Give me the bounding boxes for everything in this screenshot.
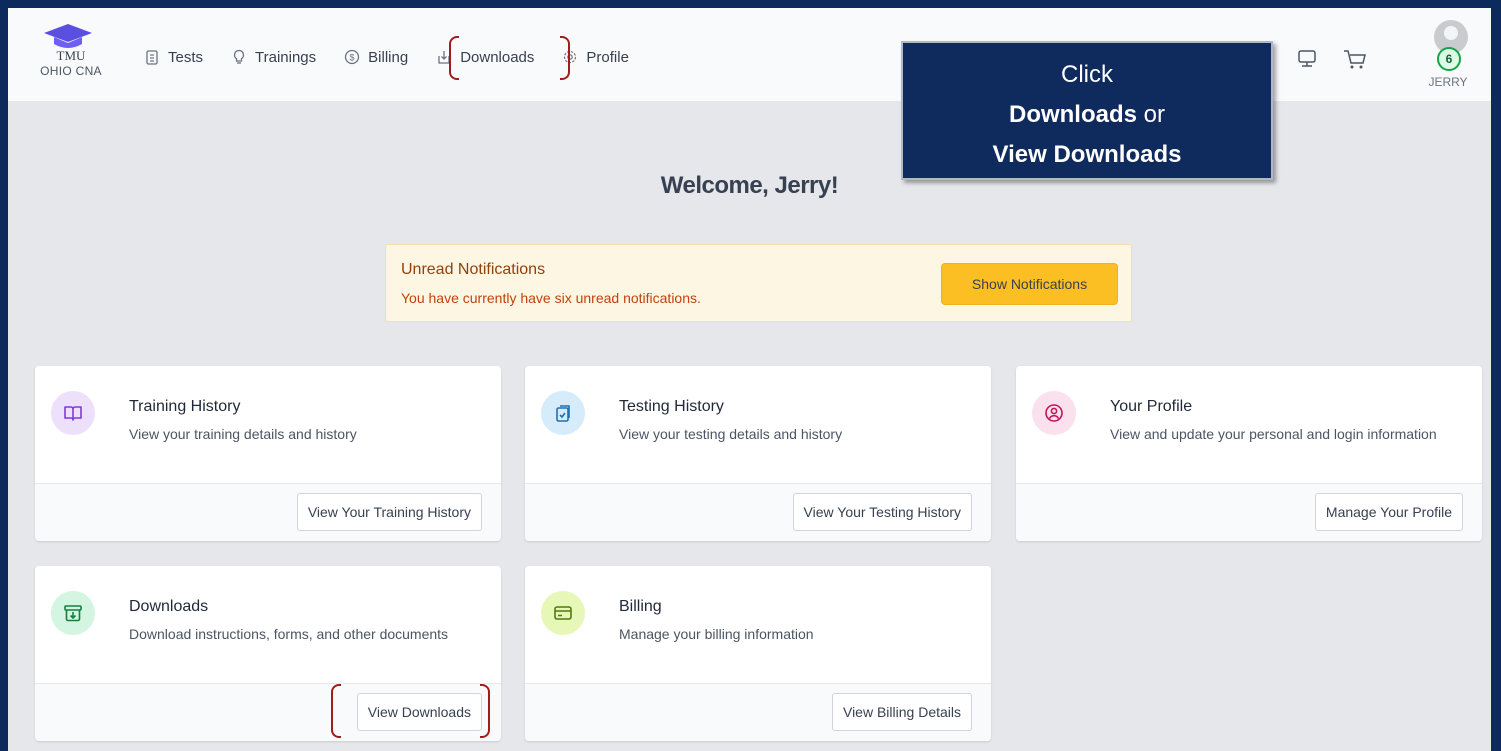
graduation-cap-icon [44, 24, 92, 48]
archive-download-icon [64, 605, 82, 622]
highlight-bracket-left [449, 36, 459, 80]
brand-subtitle: OHIO CNA [40, 64, 102, 78]
view-billing-details-button[interactable]: View Billing Details [831, 693, 972, 731]
callout-line-2-bold: Downloads [1008, 101, 1137, 128]
card-title: Downloads [129, 598, 209, 615]
user-name: JERRY [1428, 75, 1468, 89]
card-title: Billing [619, 598, 662, 615]
nav-billing[interactable]: $ Billing [344, 46, 408, 68]
svg-text:$: $ [350, 53, 355, 63]
card-training-history: Training History View your training deta… [35, 366, 501, 541]
clipboard-check-icon [556, 405, 570, 422]
highlight-bracket-right [560, 36, 570, 80]
main-nav: Tests Trainings $ Billing Downloads Prof… [144, 46, 657, 68]
card-title: Training History [129, 398, 241, 415]
nav-trainings[interactable]: Trainings [231, 46, 316, 68]
card-billing: Billing Manage your billing information … [525, 566, 991, 741]
nav-profile-label: Profile [586, 48, 629, 66]
card-icon-wrap [51, 591, 95, 635]
card-body: Testing History View your testing detail… [525, 366, 991, 483]
monitor-icon[interactable] [1296, 48, 1318, 70]
callout-line-1: Click [1061, 61, 1113, 88]
card-downloads: Downloads Download instructions, forms, … [35, 566, 501, 741]
app-frame: TMU OHIO CNA Tests Trainings $ Billing D… [8, 8, 1491, 751]
nav-trainings-label: Trainings [255, 48, 317, 66]
nav-profile[interactable]: Profile [562, 46, 629, 68]
credit-card-icon [554, 606, 572, 620]
callout-line-3: View Downloads [903, 135, 1271, 175]
card-footer: View Your Testing History [525, 483, 991, 541]
card-icon-wrap [541, 591, 585, 635]
card-footer: Manage Your Profile [1016, 483, 1482, 541]
card-body: Training History View your training deta… [35, 366, 501, 483]
highlight-bracket-left [331, 684, 341, 738]
card-description: View and update your personal and login … [1110, 426, 1437, 442]
callout-line-2: Downloads or [903, 95, 1271, 135]
book-icon [64, 406, 82, 421]
card-description: Download instructions, forms, and other … [129, 626, 449, 642]
card-description: View your testing details and history [619, 426, 843, 442]
page-title: Welcome, Jerry! [660, 172, 839, 199]
notification-title: Unread Notifications [401, 261, 546, 278]
card-title: Testing History [619, 398, 724, 415]
card-body: Billing Manage your billing information [525, 566, 991, 683]
card-body: Your Profile View and update your person… [1016, 366, 1482, 483]
notification-count-badge: 6 [1437, 47, 1461, 71]
card-footer: View Downloads [35, 683, 501, 741]
user-circle-icon [1045, 404, 1063, 422]
card-testing-history: Testing History View your testing detail… [525, 366, 991, 541]
card-body: Downloads Download instructions, forms, … [35, 566, 501, 683]
nav-billing-label: Billing [368, 48, 409, 66]
view-testing-history-button[interactable]: View Your Testing History [792, 493, 972, 531]
card-footer: View Your Training History [35, 483, 501, 541]
manage-profile-button[interactable]: Manage Your Profile [1314, 493, 1463, 531]
lightbulb-icon [233, 49, 245, 64]
nav-downloads-label: Downloads [460, 48, 535, 66]
user-menu[interactable]: 6 JERRY [1426, 20, 1476, 89]
callout-line-2-rest: or [1137, 101, 1166, 128]
card-your-profile: Your Profile View and update your person… [1016, 366, 1482, 541]
highlight-bracket-right [480, 684, 490, 738]
card-footer: View Billing Details [525, 683, 991, 741]
card-description: Manage your billing information [619, 626, 814, 642]
nav-tests-label: Tests [168, 48, 204, 66]
nav-tests[interactable]: Tests [144, 46, 203, 68]
callout-line-3-bold: View Downloads [992, 141, 1182, 168]
card-icon-wrap [541, 391, 585, 435]
cart-icon[interactable] [1342, 48, 1368, 70]
view-training-history-button[interactable]: View Your Training History [296, 493, 482, 531]
card-icon-wrap [51, 391, 95, 435]
card-title: Your Profile [1110, 398, 1193, 415]
header-actions [1296, 48, 1368, 70]
card-description: View your training details and history [129, 426, 357, 442]
clipboard-icon [146, 50, 158, 65]
show-notifications-button[interactable]: Show Notifications [941, 263, 1118, 305]
brand-name: TMU [56, 48, 86, 63]
card-icon-wrap [1032, 391, 1076, 435]
notification-text: You have currently have six unread notif… [401, 290, 701, 306]
notification-banner: Unread Notifications You have currently … [385, 244, 1132, 322]
brand-logo[interactable]: TMU OHIO CNA [36, 22, 116, 78]
dollar-circle-icon: $ [345, 49, 360, 65]
view-downloads-button[interactable]: View Downloads [356, 693, 482, 731]
instruction-callout: Click Downloads or View Downloads [901, 41, 1273, 180]
